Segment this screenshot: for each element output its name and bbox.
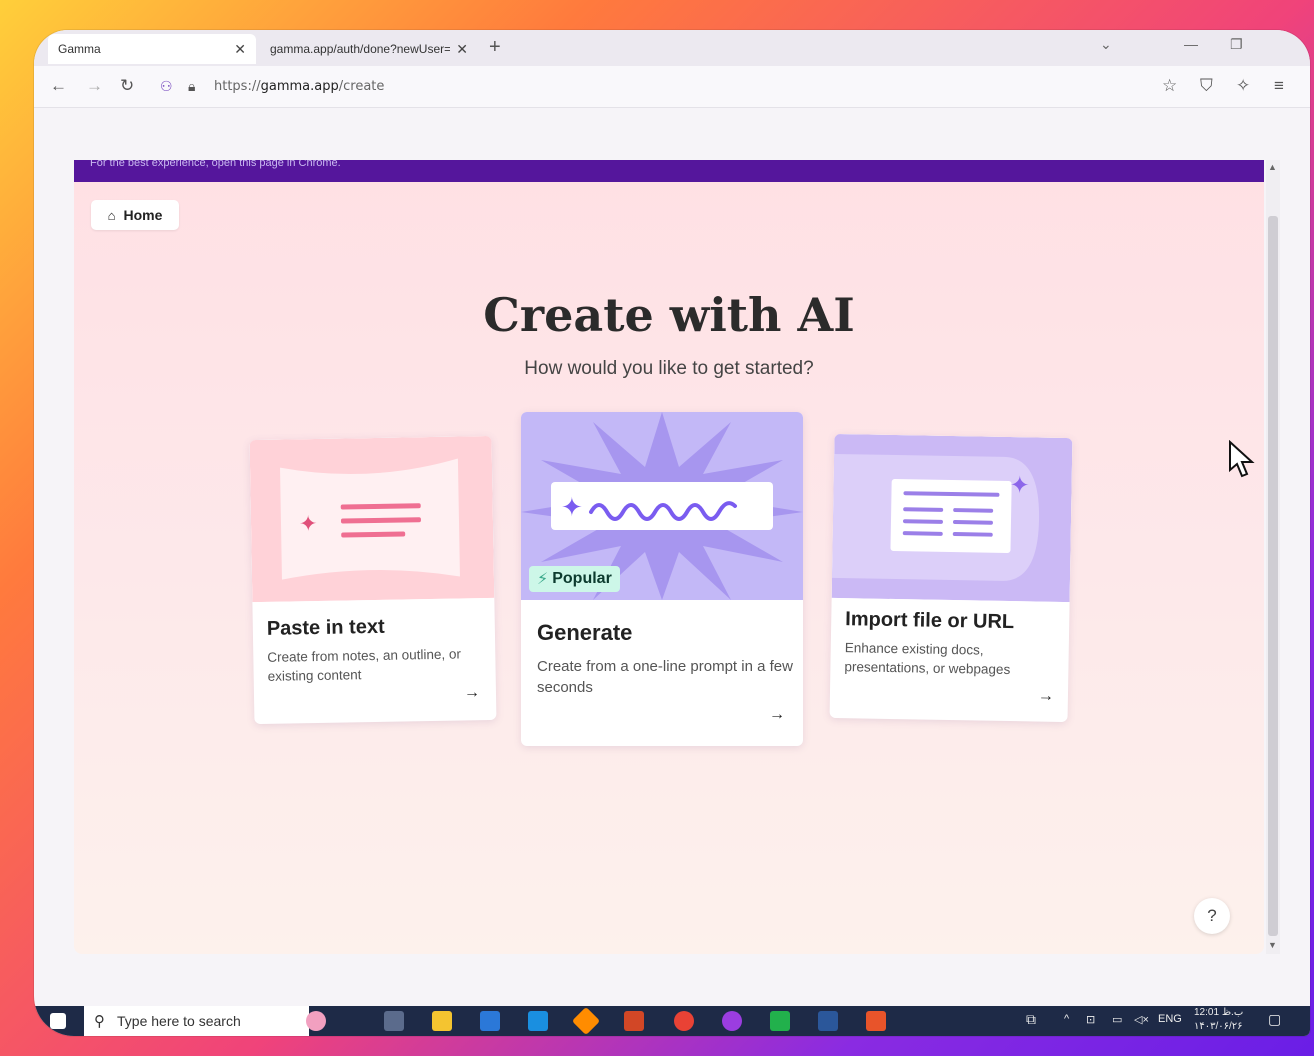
search-icon: ⚲ (94, 1013, 105, 1030)
store-icon[interactable] (480, 1011, 500, 1031)
page-subtitle: How would you like to get started? (524, 358, 814, 379)
browser-warning-banner: For the best experience, open this page … (74, 160, 1264, 182)
scrollbar-thumb[interactable] (1268, 216, 1278, 936)
clock-time[interactable]: 12:01 ب.ظ (1194, 1007, 1243, 1018)
tab-title: gamma.app/auth/done?newUser=t (270, 42, 451, 56)
generate-card[interactable]: ✦ ⚡︎ Popular Generate Create from a one-… (521, 412, 803, 746)
tab-bar: Gamma ✕ gamma.app/auth/done?newUser=t ✕ … (34, 30, 1310, 66)
minimize-icon[interactable]: — (1184, 36, 1198, 52)
notifications-icon[interactable]: ▢ (1268, 1011, 1281, 1028)
news-widget-icon[interactable] (306, 1011, 326, 1031)
card-title: Import file or URL (845, 608, 1015, 634)
page-scrollbar[interactable]: ▲ ▼ (1266, 160, 1280, 954)
clock-date[interactable]: ۱۴۰۳/۰۶/۲۶ (1194, 1021, 1243, 1032)
url-scheme: https:// (214, 79, 261, 94)
card-title: Generate (537, 620, 633, 645)
taskbar-search[interactable]: ⚲ Type here to search (84, 1006, 309, 1036)
import-card[interactable]: ✦ Import file or URL Enhance existing do… (829, 433, 1073, 723)
menu-icon[interactable]: ≡ (1274, 76, 1284, 96)
home-icon: ⌂ (107, 207, 116, 223)
windows-start-icon[interactable] (50, 1013, 66, 1029)
tablet-mode-icon[interactable]: ⧉ (1026, 1011, 1036, 1028)
file-explorer-icon[interactable] (432, 1011, 452, 1031)
word-icon[interactable] (818, 1011, 838, 1031)
browser-window: Gamma ✕ gamma.app/auth/done?newUser=t ✕ … (34, 30, 1310, 1036)
popular-badge: ⚡︎ Popular (529, 566, 620, 592)
home-button[interactable]: ⌂ Home (91, 200, 179, 230)
arrow-right-icon: → (463, 684, 481, 702)
scroll-up-icon[interactable]: ▲ (1268, 162, 1277, 172)
paste-text-card[interactable]: ✦ Paste in text Create from notes, an ou… (249, 435, 497, 725)
url-path: /create (338, 79, 385, 94)
taskbar: ⚲ Type here to search ⧉ ^ ⊡ ▭ ◁× ENG 12:… (34, 1006, 1310, 1036)
arrow-right-icon: → (1037, 687, 1055, 705)
chrome-icon[interactable] (674, 1011, 694, 1031)
back-icon[interactable]: ← (50, 76, 67, 96)
reload-icon[interactable]: ↻ (120, 76, 134, 96)
extensions-icon[interactable]: ✧ (1236, 76, 1250, 96)
close-tab-icon[interactable]: ✕ (456, 41, 468, 58)
tab-list-icon[interactable]: ⌄ (1100, 36, 1112, 53)
search-placeholder: Type here to search (117, 1013, 241, 1029)
url-host: gamma.app (260, 79, 339, 94)
language-indicator[interactable]: ENG (1158, 1013, 1182, 1025)
volume-icon[interactable]: ◁× (1134, 1013, 1149, 1026)
page-title: Create with AI (483, 288, 855, 342)
tab-title: Gamma (58, 42, 101, 56)
arrow-right-icon: → (769, 706, 785, 723)
recorder-icon[interactable] (866, 1011, 886, 1031)
tray-chevron-icon[interactable]: ^ (1064, 1013, 1069, 1025)
bookmark-star-icon[interactable]: ☆ (1162, 76, 1177, 96)
new-tab-icon[interactable]: + (489, 36, 501, 59)
restore-icon[interactable]: ❐ (1230, 36, 1243, 53)
tracking-icon[interactable]: ⚇ (160, 78, 173, 95)
home-label: Home (123, 207, 163, 223)
card-title: Paste in text (266, 615, 385, 640)
close-tab-icon[interactable]: ✕ (234, 41, 246, 58)
page-viewport: For the best experience, open this page … (74, 160, 1264, 954)
svg-text:✦: ✦ (299, 511, 318, 536)
shield-icon[interactable]: ⛉ (1200, 76, 1213, 96)
import-illustration: ✦ (831, 433, 1073, 603)
mouse-cursor-icon (1229, 440, 1255, 478)
lock-icon[interactable]: 🔒︎ (188, 78, 195, 95)
network-icon[interactable]: ⊡ (1086, 1013, 1095, 1026)
mail-icon[interactable] (528, 1011, 548, 1031)
tab-gamma[interactable]: Gamma ✕ (48, 34, 256, 64)
card-description: Enhance existing docs, presentations, or… (844, 640, 1011, 678)
lightning-icon: ⚡︎ (537, 571, 549, 588)
card-description: Create from a one-line prompt in a few s… (537, 658, 793, 696)
svg-text:✦: ✦ (1009, 472, 1030, 499)
camtasia-icon[interactable] (770, 1011, 790, 1031)
app-icon[interactable] (571, 1006, 601, 1036)
card-description: Create from notes, an outline, or existi… (267, 646, 462, 684)
browser-icon[interactable] (722, 1011, 742, 1031)
scroll-down-icon[interactable]: ▼ (1268, 940, 1277, 950)
paste-text-illustration: ✦ (249, 435, 495, 603)
task-view-icon[interactable] (384, 1011, 404, 1031)
powerpoint-icon[interactable] (624, 1011, 644, 1031)
monitor-icon[interactable]: ▭ (1112, 1013, 1122, 1026)
nav-bar: ← → ↻ ⚇ 🔒︎ https://gamma.app/create ☆ ⛉ … (34, 66, 1310, 108)
badge-label: Popular (552, 570, 612, 587)
tab-auth[interactable]: gamma.app/auth/done?newUser=t ✕ (260, 34, 478, 64)
help-button[interactable]: ? (1194, 898, 1230, 934)
address-bar[interactable]: https://gamma.app/create (214, 79, 384, 94)
svg-text:✦: ✦ (561, 492, 583, 522)
forward-icon[interactable]: → (86, 76, 103, 96)
